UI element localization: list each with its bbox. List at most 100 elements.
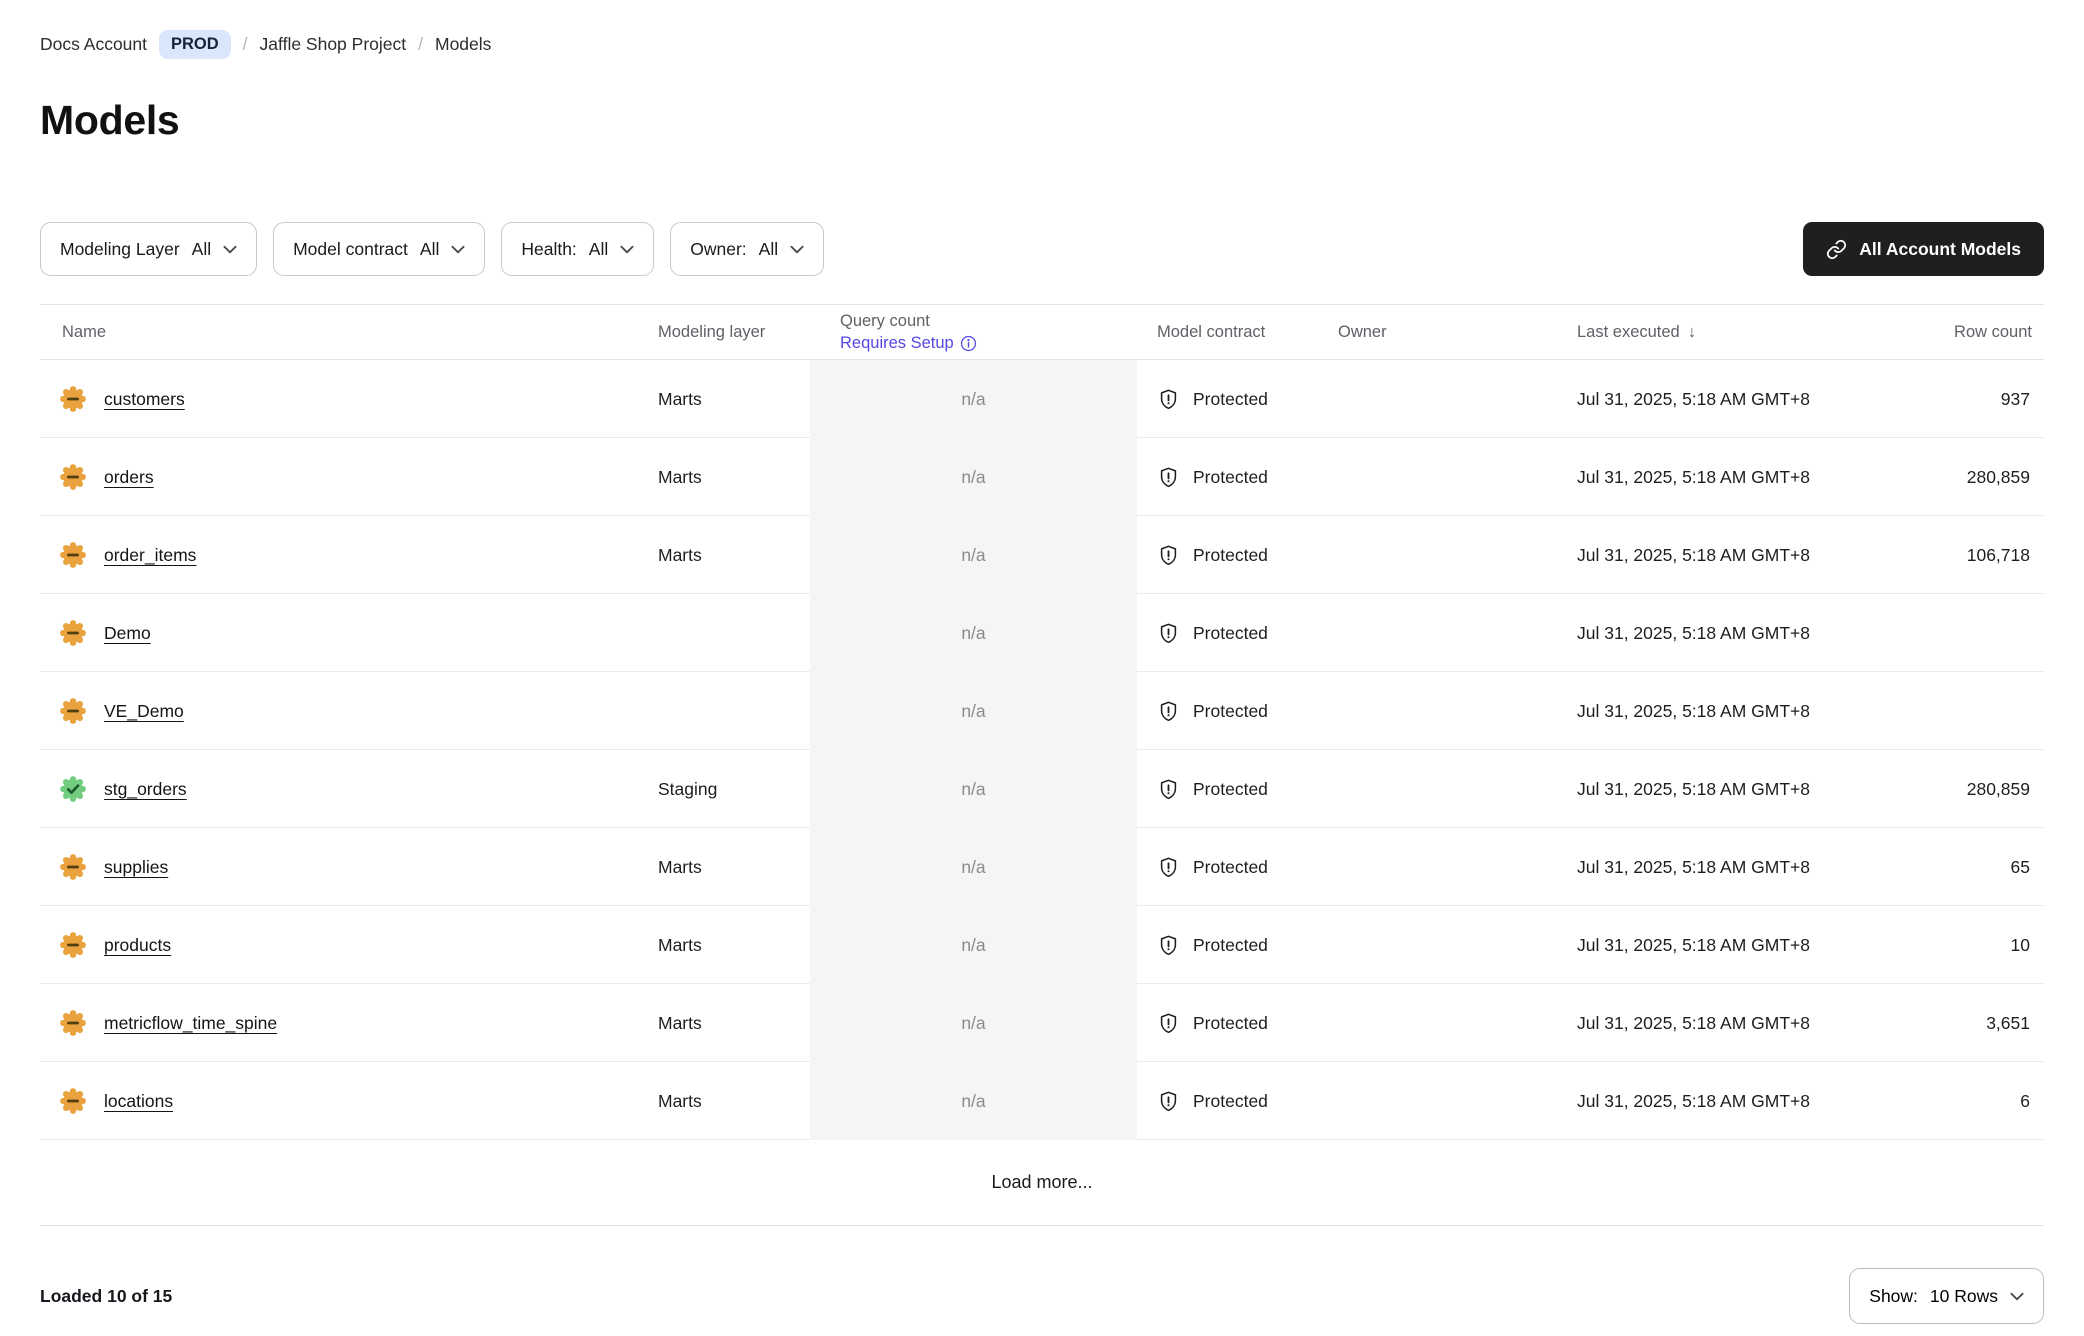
shield-exclamation-icon [1157,934,1180,957]
health-status-icon [60,620,86,646]
model-name-link[interactable]: order_items [104,545,196,566]
model-name-link[interactable]: orders [104,467,154,488]
show-value: 10 Rows [1930,1286,1998,1307]
name-cell: stg_orders [40,776,658,802]
row-count-cell: 10 [1847,935,2044,956]
column-header-owner[interactable]: Owner [1338,323,1577,342]
filter-label: Health: [521,239,576,260]
last-executed-cell: Jul 31, 2025, 5:18 AM GMT+8 [1577,857,1847,878]
modeling-layer-cell: Marts [658,857,810,878]
chevron-down-icon [223,245,237,254]
health-status-icon [60,386,86,412]
filter-modeling-layer[interactable]: Modeling Layer All [40,222,257,276]
all-account-models-button[interactable]: All Account Models [1803,222,2044,276]
health-status-icon [60,776,86,802]
warning-seal-minus-icon [60,542,86,568]
query-count-cell: n/a [810,1062,1137,1140]
model-name-link[interactable]: stg_orders [104,779,187,800]
row-count-cell: 3,651 [1847,1013,2044,1034]
query-count-cell: n/a [810,906,1137,984]
model-name-link[interactable]: supplies [104,857,168,878]
column-header-modeling-layer[interactable]: Modeling layer [658,323,810,342]
row-count-cell: 280,859 [1847,467,2044,488]
table-row: metricflow_time_spine Marts n/a Protecte… [40,984,2044,1062]
last-executed-cell: Jul 31, 2025, 5:18 AM GMT+8 [1577,1091,1847,1112]
filter-label: Owner: [690,239,746,260]
model-name-link[interactable]: Demo [104,623,151,644]
name-cell: metricflow_time_spine [40,1010,658,1036]
model-contract-label: Protected [1193,935,1268,956]
success-seal-check-icon [60,776,86,802]
model-name-link[interactable]: metricflow_time_spine [104,1013,277,1034]
name-cell: products [40,932,658,958]
show-rows-select[interactable]: Show: 10 Rows [1849,1268,2044,1324]
warning-seal-minus-icon [60,464,86,490]
shield-exclamation-icon [1157,1012,1180,1035]
column-header-last-executed[interactable]: Last executed ↓ [1577,323,1847,342]
breadcrumb-account[interactable]: Docs Account [40,34,147,55]
query-count-cell: n/a [810,360,1137,438]
model-name-link[interactable]: customers [104,389,185,410]
model-contract-label: Protected [1193,545,1268,566]
model-contract-cell: Protected [1137,466,1338,489]
model-contract-label: Protected [1193,1013,1268,1034]
breadcrumb-project[interactable]: Jaffle Shop Project [260,34,407,55]
table-row: supplies Marts n/a Protected Jul 31, 202… [40,828,2044,906]
row-count-cell: 65 [1847,857,2044,878]
shield-exclamation-icon [1157,856,1180,879]
name-cell: customers [40,386,658,412]
model-contract-cell: Protected [1137,700,1338,723]
last-executed-cell: Jul 31, 2025, 5:18 AM GMT+8 [1577,467,1847,488]
breadcrumb: Docs Account PROD / Jaffle Shop Project … [40,0,2044,59]
query-count-cell: n/a [810,828,1137,906]
query-count-cell: n/a [810,984,1137,1062]
model-contract-cell: Protected [1137,544,1338,567]
chevron-down-icon [451,245,465,254]
shield-exclamation-icon [1157,1090,1180,1113]
warning-seal-minus-icon [60,1010,86,1036]
warning-seal-minus-icon [60,1088,86,1114]
table-row: customers Marts n/a Protected Jul 31, 20… [40,360,2044,438]
filter-value: All [759,239,778,260]
warning-seal-minus-icon [60,854,86,880]
table-row: stg_orders Staging n/a Protected Jul 31,… [40,750,2044,828]
all-account-models-label: All Account Models [1859,239,2021,260]
load-more-button[interactable]: Load more... [991,1172,1092,1193]
filter-owner[interactable]: Owner: All [670,222,824,276]
table-row: Demo n/a Protected Jul 31, 2025, 5:18 AM… [40,594,2044,672]
model-contract-label: Protected [1193,623,1268,644]
model-name-link[interactable]: VE_Demo [104,701,184,722]
name-cell: supplies [40,854,658,880]
modeling-layer-cell: Marts [658,467,810,488]
models-page: Docs Account PROD / Jaffle Shop Project … [0,0,2084,1324]
column-header-row-count[interactable]: Row count [1847,323,2044,342]
model-contract-cell: Protected [1137,1012,1338,1035]
model-contract-cell: Protected [1137,934,1338,957]
warning-seal-minus-icon [60,386,86,412]
last-executed-cell: Jul 31, 2025, 5:18 AM GMT+8 [1577,545,1847,566]
model-name-link[interactable]: locations [104,1091,173,1112]
filter-health[interactable]: Health: All [501,222,654,276]
modeling-layer-cell: Marts [658,935,810,956]
column-header-name[interactable]: Name [40,323,658,342]
column-header-query-count: Query count Requires Setup [810,310,1137,355]
shield-exclamation-icon [1157,622,1180,645]
filter-value: All [192,239,211,260]
model-contract-cell: Protected [1137,622,1338,645]
load-more-row: Load more... [40,1140,2044,1226]
modeling-layer-cell: Staging [658,779,810,800]
shield-exclamation-icon [1157,466,1180,489]
filter-bar: Modeling Layer All Model contract All He… [40,222,2044,276]
column-header-model-contract[interactable]: Model contract [1137,323,1338,342]
shield-exclamation-icon [1157,544,1180,567]
model-name-link[interactable]: products [104,935,171,956]
filter-value: All [420,239,439,260]
filter-model-contract[interactable]: Model contract All [273,222,485,276]
query-count-cell: n/a [810,594,1137,672]
requires-setup-link[interactable]: Requires Setup [840,332,1137,354]
row-count-cell: 280,859 [1847,779,2044,800]
loaded-count: Loaded 10 of 15 [40,1286,172,1307]
table-row: orders Marts n/a Protected Jul 31, 2025,… [40,438,2044,516]
filter-value: All [589,239,608,260]
table-row: locations Marts n/a Protected Jul 31, 20… [40,1062,2044,1140]
